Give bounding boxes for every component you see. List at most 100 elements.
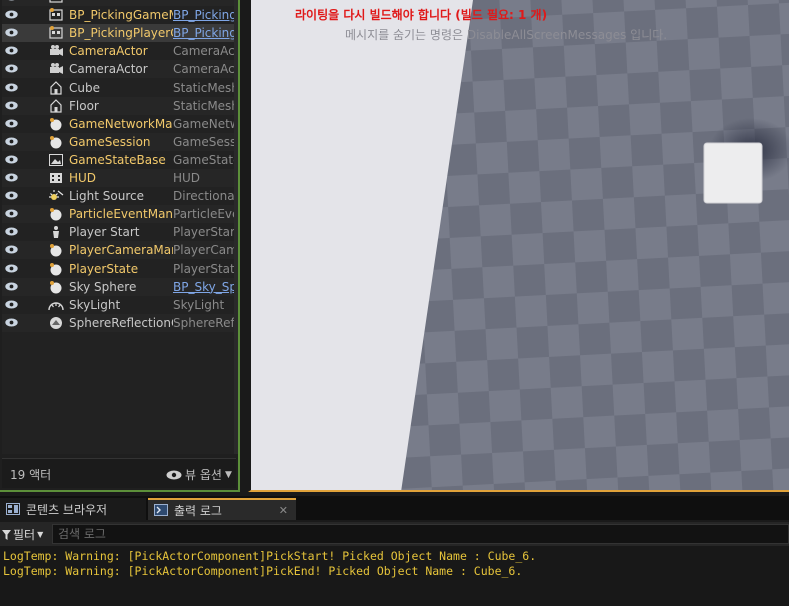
actor-type: GameNetwo <box>173 116 234 131</box>
outliner-row[interactable]: Cube StaticMeshA <box>2 79 234 97</box>
actor-type: SkyLight <box>173 297 225 312</box>
actor-name: SkyLight <box>69 297 121 312</box>
actor-type: PlayerCame <box>173 243 234 258</box>
eye-icon[interactable] <box>5 10 18 19</box>
actor-name: HUD <box>69 171 97 185</box>
editor-window: BP_PickingGameMoBP_PickingBP_PickingPlay… <box>0 0 789 606</box>
outliner-row[interactable]: PlayerCameraManaPlayerCame <box>2 241 234 260</box>
eye-icon[interactable] <box>5 282 18 291</box>
sphere-icon <box>48 243 64 257</box>
actor-count: 19 액터 <box>10 468 52 482</box>
outliner-row[interactable]: CameraActor CameraActo <box>2 42 234 60</box>
eye-icon[interactable] <box>5 64 18 73</box>
actor-type: StaticMeshA <box>173 98 234 113</box>
actor-name: GameNetworkMana <box>69 116 173 131</box>
actor-type[interactable]: BP_Picking <box>173 25 234 41</box>
output-log-area: LogTemp: Warning: [PickActorComponent]Pi… <box>0 546 789 606</box>
actor-type: HUD <box>173 171 201 185</box>
player-start-icon <box>48 225 64 239</box>
actor-type: PlayerStart <box>173 225 234 240</box>
eye-icon[interactable] <box>5 101 18 110</box>
sphere-icon <box>48 117 64 131</box>
outliner-row[interactable]: GameSession GameSessio <box>2 132 234 151</box>
close-icon[interactable]: ✕ <box>279 504 288 517</box>
lighting-rebuild-warning: 라이팅을 다시 빌드해야 합니다 (빌드 필요: 1 개) <box>295 8 548 22</box>
outliner-row[interactable]: Sky Sphere BP_Sky_Sp <box>2 277 234 296</box>
eye-icon[interactable] <box>5 155 18 164</box>
eye-icon[interactable] <box>5 173 18 182</box>
tab-output-log-label: 출력 로그 <box>174 503 222 518</box>
outliner-row[interactable]: GameStateBase GameStateB <box>2 151 234 169</box>
content-browser-icon <box>6 503 20 515</box>
actor-name: Floor <box>69 98 99 113</box>
level-viewport[interactable]: 라이팅을 다시 빌드해야 합니다 (빌드 필요: 1 개) 메시지를 숨기는 명… <box>248 0 789 492</box>
tab-output-log[interactable]: 출력 로그 ✕ <box>148 498 296 520</box>
skylight-icon <box>48 298 64 312</box>
eye-icon[interactable] <box>5 83 18 92</box>
eye-icon[interactable] <box>5 245 18 254</box>
view-options-label: 뷰 옵션 <box>185 468 222 482</box>
sun-icon <box>48 189 64 203</box>
outliner-row[interactable]: SkyLight SkyLight <box>2 296 234 314</box>
eye-icon[interactable] <box>5 191 18 200</box>
eye-icon[interactable] <box>5 119 18 128</box>
outliner-row[interactable]: GameNetworkManaGameNetwo <box>2 115 234 133</box>
actor-name: BP_PickingPlayerC <box>69 26 173 41</box>
blueprint-icon <box>48 8 64 22</box>
search-log-input[interactable] <box>52 524 789 544</box>
sphere-icon <box>48 207 64 221</box>
eye-icon[interactable] <box>5 318 18 327</box>
outliner-scrollbar[interactable] <box>234 0 238 454</box>
house-icon <box>48 80 64 95</box>
actor-type: PlayerState <box>173 261 234 276</box>
viewport-scene <box>251 0 789 490</box>
camera-icon <box>48 44 64 58</box>
camera-icon <box>48 62 64 76</box>
funnel-icon <box>2 529 11 540</box>
outliner-footer: 19 액터 뷰 옵션 ▼ <box>2 458 236 488</box>
hud-icon <box>48 171 64 185</box>
actor-name: CameraActor <box>69 44 148 59</box>
filter-dropdown[interactable]: 필터 ▼ <box>2 526 43 543</box>
sphere-icon <box>48 280 64 294</box>
eye-icon[interactable] <box>5 0 18 1</box>
actor-name: CameraActor <box>69 62 148 77</box>
actor-name: GameStateBase <box>69 152 166 167</box>
outliner-row[interactable]: Light Source DirectionalL <box>2 187 234 205</box>
eye-icon[interactable] <box>5 209 18 218</box>
eye-icon[interactable] <box>5 46 18 55</box>
eye-icon[interactable] <box>5 227 18 236</box>
actor-name: Sky Sphere <box>69 279 137 294</box>
actor-type: GameSessio <box>173 134 234 149</box>
outliner-actor-list: BP_PickingGameMoBP_PickingBP_PickingPlay… <box>2 0 234 454</box>
actor-type: SphereRefle <box>173 315 234 330</box>
eye-icon[interactable] <box>5 28 18 37</box>
eye-icon[interactable] <box>5 264 18 273</box>
eye-icon[interactable] <box>5 300 18 309</box>
outliner-row[interactable]: ParticleEventManaParticleEven <box>2 205 234 224</box>
outliner-row[interactable] <box>2 0 234 6</box>
actor-type[interactable]: BP_Sky_Sp <box>173 279 234 295</box>
actor-type[interactable]: BP_Picking <box>173 7 234 23</box>
outliner-row[interactable]: BP_PickingPlayerC BP_Picking <box>2 24 234 43</box>
outliner-row[interactable]: Floor StaticMeshA <box>2 96 234 115</box>
actor-name: Player Start <box>69 225 140 240</box>
outliner-row[interactable]: SphereReflectionCaSphereRefle <box>2 313 234 332</box>
world-outliner: BP_PickingGameMoBP_PickingBP_PickingPlay… <box>0 0 240 492</box>
outliner-row[interactable]: Player Start PlayerStart <box>2 223 234 241</box>
sphere-icon <box>48 262 64 276</box>
outliner-row[interactable]: CameraActor CameraActo <box>2 60 234 79</box>
actor-name: BP_PickingGameMo <box>69 8 173 23</box>
view-options-button[interactable]: 뷰 옵션 ▼ <box>166 466 232 483</box>
outliner-row[interactable]: HUD HUD <box>2 169 234 187</box>
tab-content-browser[interactable]: 콘텐츠 브라우저 <box>0 498 146 520</box>
outliner-row[interactable]: PlayerState PlayerState <box>2 260 234 278</box>
cube-mesh <box>703 142 763 204</box>
actor-name: SphereReflectionCa <box>69 315 173 330</box>
sphere-icon <box>48 135 64 149</box>
eye-icon <box>166 470 182 479</box>
outliner-row[interactable]: BP_PickingGameMoBP_Picking <box>2 6 234 24</box>
chevron-down-icon: ▼ <box>224 469 232 480</box>
tab-content-browser-label: 콘텐츠 브라우저 <box>26 502 108 517</box>
eye-icon[interactable] <box>5 137 18 146</box>
